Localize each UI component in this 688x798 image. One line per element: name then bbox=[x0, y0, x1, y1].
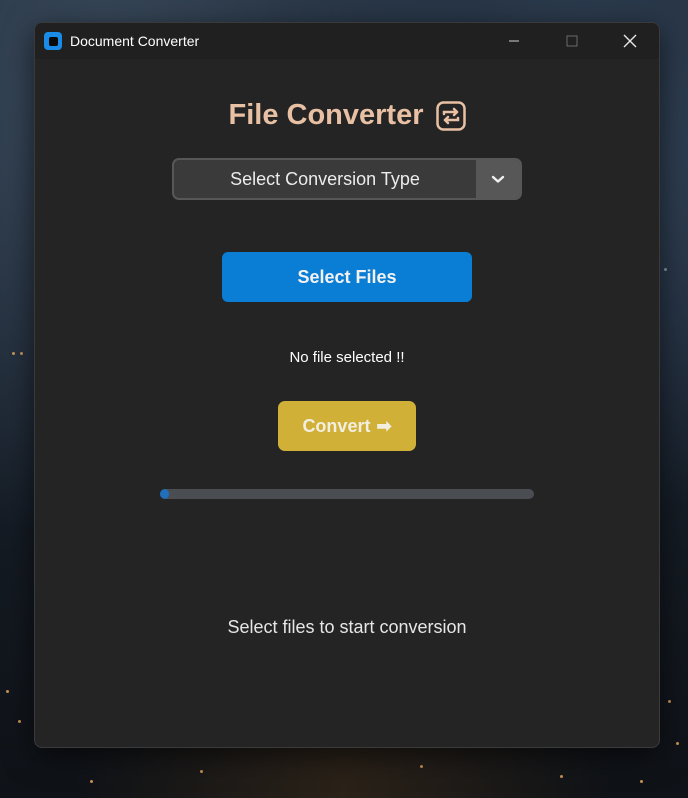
title-bar[interactable]: Document Converter bbox=[35, 23, 659, 59]
status-message: Select files to start conversion bbox=[227, 617, 467, 637]
minimize-icon bbox=[509, 40, 519, 42]
main-content: File Converter Select Conversion Type Se… bbox=[35, 59, 659, 747]
window-controls bbox=[485, 23, 659, 59]
page-title: File Converter bbox=[228, 99, 424, 131]
app-heading: File Converter bbox=[35, 99, 659, 132]
app-window: Document Converter File Converter Select… bbox=[34, 22, 660, 748]
maximize-icon bbox=[566, 35, 578, 47]
maximize-button[interactable] bbox=[543, 23, 601, 59]
convert-button-label: Convert bbox=[302, 415, 371, 436]
progress-bar-fill bbox=[160, 489, 170, 499]
window-title: Document Converter bbox=[70, 33, 200, 49]
dropdown-selected-value: Select Conversion Type bbox=[230, 168, 420, 189]
conversion-type-dropdown[interactable]: Select Conversion Type bbox=[172, 158, 522, 200]
file-status-label: No file selected !! bbox=[289, 349, 405, 366]
select-files-button[interactable]: Select Files bbox=[222, 252, 472, 302]
close-icon bbox=[623, 34, 637, 48]
minimize-button[interactable] bbox=[485, 23, 543, 59]
repeat-icon bbox=[435, 100, 466, 131]
progress-bar bbox=[160, 489, 534, 499]
dropdown-arrow-button[interactable] bbox=[476, 160, 520, 198]
arrow-right-icon: ➡ bbox=[376, 415, 392, 436]
close-button[interactable] bbox=[601, 23, 659, 59]
convert-button[interactable]: Convert ➡ bbox=[278, 401, 416, 451]
chevron-down-icon bbox=[491, 175, 505, 183]
app-icon bbox=[44, 32, 62, 50]
